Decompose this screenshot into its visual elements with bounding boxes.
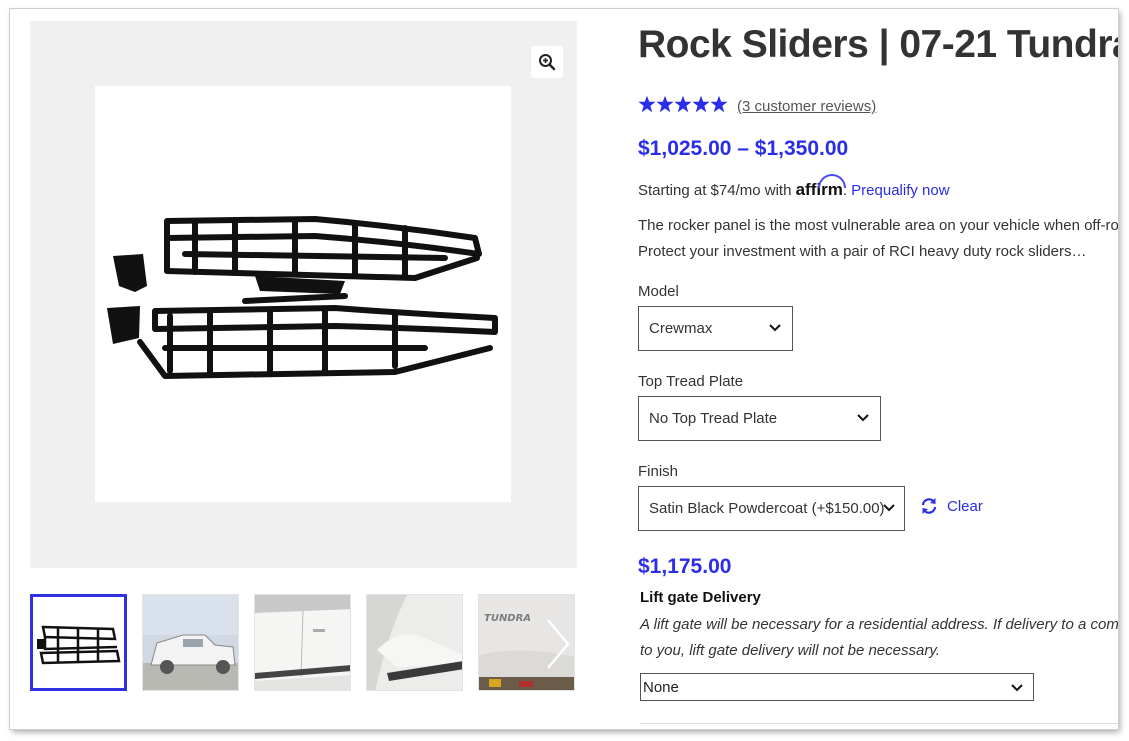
model-select[interactable]: Crewmax <box>638 306 793 351</box>
chevron-down-icon <box>857 414 869 422</box>
lift-gate-value: None <box>643 678 679 696</box>
star-icon <box>674 95 692 113</box>
main-product-image[interactable] <box>95 86 511 502</box>
price-range: $1,025.00 – $1,350.00 <box>638 137 849 160</box>
chevron-right-icon <box>547 619 570 669</box>
star-icon <box>692 95 710 113</box>
chevron-down-icon <box>1011 684 1023 692</box>
top-tread-plate-select[interactable]: No Top Tread Plate <box>638 396 881 441</box>
description-line: Protect your investment with a pair of R… <box>638 243 1087 260</box>
top-tread-plate-value: No Top Tread Plate <box>649 410 778 427</box>
affirm-financing: Starting at $74/mo with affirm. Prequali… <box>638 174 950 200</box>
thumbnail-white-tundra-front[interactable] <box>142 594 239 691</box>
thumbnail-strip: TUNDRA <box>30 594 577 695</box>
clear-label: Clear <box>947 497 983 515</box>
magnifier-plus-icon <box>539 54 556 71</box>
customer-reviews-link[interactable]: (3 customer reviews) <box>737 98 876 115</box>
finish-label: Finish <box>638 463 679 480</box>
chevron-down-icon <box>769 324 781 332</box>
affirm-logo: affirm <box>796 174 846 199</box>
description-line: The rocker panel is the most vulnerable … <box>638 217 1118 234</box>
divider <box>640 723 1118 724</box>
lift-gate-title: Lift gate Delivery <box>640 589 761 606</box>
prequalify-link[interactable]: Prequalify now <box>851 182 949 199</box>
refresh-icon <box>921 498 937 514</box>
product-short-description: The rocker panel is the most vulnerable … <box>638 213 1118 265</box>
star-icon <box>656 95 674 113</box>
product-page: TUNDRA Rock Sliders | 07-21 Tundra (3 cu… <box>10 9 1118 729</box>
product-title: Rock Sliders | 07-21 Tundra <box>638 23 1118 66</box>
product-summary: Rock Sliders | 07-21 Tundra (3 customer … <box>638 9 1118 729</box>
model-label: Model <box>638 283 679 300</box>
clear-selection-link[interactable]: Clear <box>920 497 983 515</box>
top-tread-plate-label: Top Tread Plate <box>638 373 744 390</box>
affirm-prefix: Starting at $74/mo with <box>638 182 796 199</box>
product-gallery <box>30 21 577 568</box>
model-select-value: Crewmax <box>649 320 713 337</box>
next-thumbnail-button[interactable] <box>542 614 572 674</box>
zoom-button[interactable] <box>531 46 563 78</box>
variation-price: $1,175.00 <box>638 555 732 578</box>
chevron-down-icon <box>883 504 895 512</box>
thumbnail-slider-closeup[interactable] <box>366 594 463 691</box>
star-icon <box>638 95 656 113</box>
thumbnail-rock-sliders[interactable] <box>30 594 127 691</box>
lift-gate-desc-line: A lift gate will be necessary for a resi… <box>640 616 1118 633</box>
lift-gate-desc-line: to you, lift gate delivery will not be n… <box>640 642 940 659</box>
finish-value: Satin Black Powdercoat (+$150.00) <box>649 500 885 517</box>
star-icon <box>710 95 728 113</box>
star-rating <box>638 95 728 113</box>
svg-text:TUNDRA: TUNDRA <box>484 613 531 624</box>
finish-select[interactable]: Satin Black Powdercoat (+$150.00) <box>638 486 905 531</box>
lift-gate-description: A lift gate will be necessary for a resi… <box>640 612 1118 664</box>
lift-gate-select[interactable]: None <box>640 673 1034 701</box>
thumbnail-white-tundra-side[interactable] <box>254 594 351 691</box>
